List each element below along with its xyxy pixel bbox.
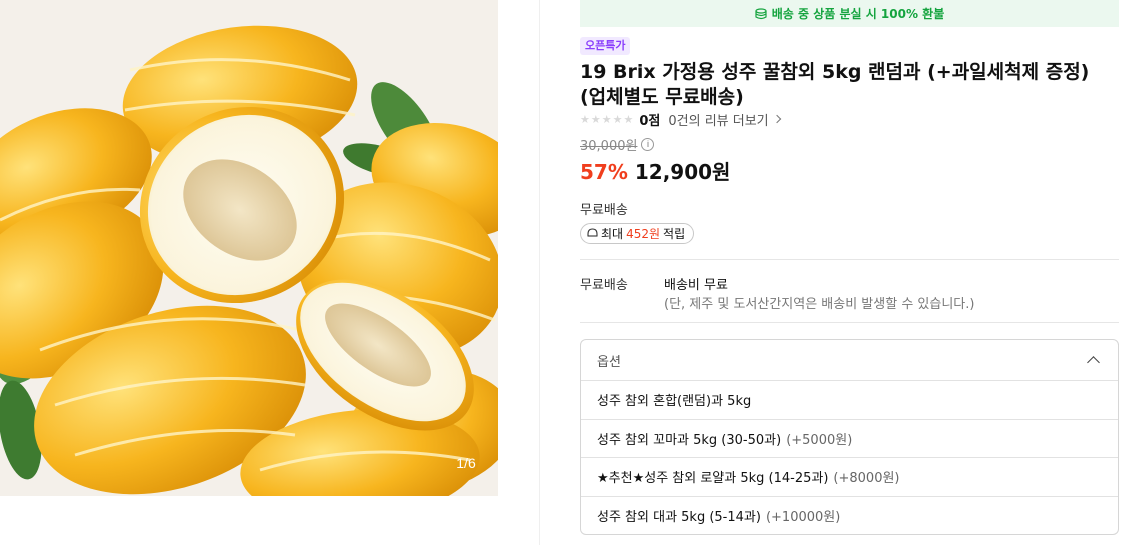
option-header-label: 옵션	[597, 354, 621, 370]
star-icon: ★	[612, 112, 623, 126]
star-icon: ★	[623, 112, 634, 126]
cap-icon	[587, 228, 598, 237]
product-image[interactable]: 1/6	[0, 0, 498, 496]
option-label: ★추천★성주 참외 로얄과 5kg (14-25과)	[597, 471, 829, 487]
melon-photo	[0, 0, 498, 496]
option-extra-price: (+5000원)	[786, 432, 853, 448]
option-label: 성주 참외 꼬마과 5kg (30-50과)	[597, 432, 782, 448]
promo-tag: 오픈특가	[580, 37, 631, 55]
rating-stars: ★ ★ ★ ★ ★	[580, 114, 633, 125]
rating-row: ★ ★ ★ ★ ★ 0점 0건의 리뷰 더보기	[580, 110, 781, 129]
star-icon: ★	[590, 112, 601, 126]
divider	[580, 322, 1119, 323]
refund-banner-text: 배송 중 상품 분실 시 100% 환불	[771, 7, 945, 21]
refund-banner: 배송 중 상품 분실 시 100% 환불	[580, 0, 1119, 27]
product-title: 19 Brix 가정용 성주 꿀참외 5kg 랜덤과 (+과일세척제 증정) (…	[580, 61, 1090, 108]
shipping-summary: 무료배송	[580, 203, 628, 218]
original-price-row: 30,000원 i	[580, 135, 655, 154]
coin-stack-icon	[755, 7, 767, 19]
option-label: 성주 참외 대과 5kg (5-14과)	[597, 510, 761, 526]
review-link[interactable]: 0건의 리뷰 더보기	[668, 110, 781, 129]
original-price: 30,000원	[580, 139, 638, 154]
shipping-note: (단, 제주 및 도서산간지역은 배송비 발생할 수 있습니다.)	[664, 297, 975, 312]
option-extra-price: (+10000원)	[765, 510, 841, 526]
price-row: 57% 12,900원	[580, 156, 730, 185]
column-divider	[539, 0, 540, 545]
discount-rate: 57%	[580, 160, 628, 184]
image-counter: 1/6	[456, 455, 476, 471]
points-prefix: 최대	[601, 227, 624, 241]
star-icon: ★	[601, 112, 612, 126]
star-icon: ★	[580, 112, 590, 126]
option-item[interactable]: 성주 참외 혼합(랜덤)과 5kg	[581, 381, 1118, 420]
shipping-row-label: 무료배송	[580, 278, 628, 293]
points-amount: 452원	[626, 227, 661, 241]
sale-price: 12,900원	[634, 160, 731, 184]
option-label: 성주 참외 혼합(랜덤)과 5kg	[597, 394, 752, 410]
rating-score: 0점	[639, 113, 661, 129]
option-item[interactable]: 성주 참외 꼬마과 5kg (30-50과) (+5000원)	[581, 420, 1118, 458]
option-item[interactable]: ★추천★성주 참외 로얄과 5kg (14-25과) (+8000원)	[581, 458, 1118, 497]
info-icon[interactable]: i	[641, 138, 655, 151]
shipping-fee: 배송비 무료	[664, 278, 728, 293]
divider	[580, 259, 1119, 260]
option-item[interactable]: 성주 참외 대과 5kg (5-14과) (+10000원)	[581, 497, 1118, 535]
option-dropdown-header[interactable]: 옵션	[581, 340, 1118, 381]
points-badge[interactable]: 최대 452원 적립	[580, 223, 695, 244]
option-extra-price: (+8000원)	[833, 471, 900, 487]
chevron-up-icon	[1087, 356, 1100, 369]
review-link-label: 0건의 리뷰 더보기	[668, 113, 769, 129]
points-suffix: 적립	[663, 227, 686, 241]
option-dropdown: 옵션 성주 참외 혼합(랜덤)과 5kg 성주 참외 꼬마과 5kg (30-5…	[580, 339, 1119, 535]
chevron-right-icon	[772, 114, 781, 124]
